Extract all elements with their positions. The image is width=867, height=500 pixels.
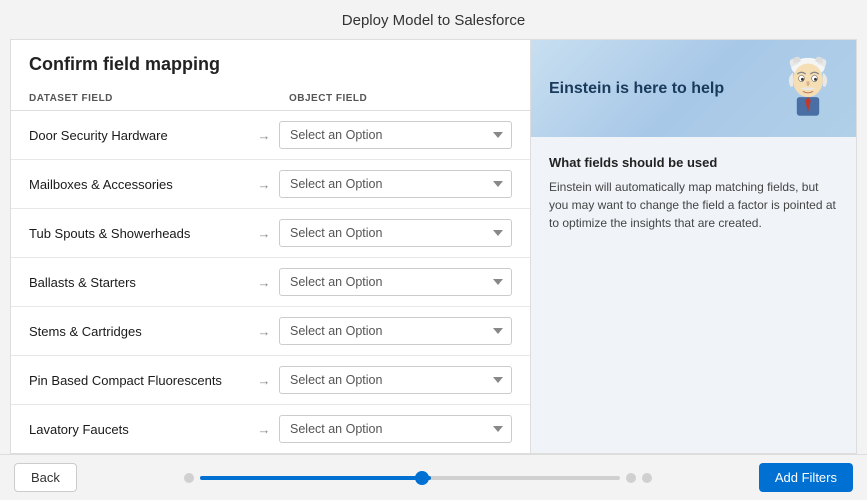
mapping-row: Tub Spouts & Showerheads→Select an Optio… — [11, 209, 530, 258]
dataset-field-name: Ballasts & Starters — [29, 275, 249, 290]
progress-fill — [200, 476, 431, 480]
progress-dot-3 — [642, 473, 652, 483]
mapping-row: Door Security Hardware→Select an Option — [11, 111, 530, 160]
arrow-icon: → — [249, 422, 279, 437]
dataset-field-name: Door Security Hardware — [29, 128, 249, 143]
page-title: Deploy Model to Salesforce — [0, 0, 867, 39]
main-container: Confirm field mapping DATASET FIELD OBJE… — [10, 39, 857, 454]
arrow-icon: → — [249, 373, 279, 388]
einstein-description: Einstein will automatically map matching… — [549, 178, 838, 232]
mapping-row: Lavatory Faucets→Select an Option — [11, 405, 530, 453]
back-button[interactable]: Back — [14, 463, 77, 492]
einstein-title: Einstein is here to help — [549, 80, 724, 98]
dataset-field-name: Stems & Cartridges — [29, 324, 249, 339]
left-panel: Confirm field mapping DATASET FIELD OBJE… — [11, 40, 531, 453]
mapping-row: Ballasts & Starters→Select an Option — [11, 258, 530, 307]
mapping-row: Pin Based Compact Fluorescents→Select an… — [11, 356, 530, 405]
add-filters-button[interactable]: Add Filters — [759, 463, 853, 492]
arrow-icon: → — [249, 226, 279, 241]
dataset-field-name: Lavatory Faucets — [29, 422, 249, 437]
col-object-label: OBJECT FIELD — [289, 93, 512, 104]
einstein-avatar — [778, 56, 838, 121]
mapping-row: Mailboxes & Accessories→Select an Option — [11, 160, 530, 209]
mapping-list: Door Security Hardware→Select an OptionM… — [11, 111, 530, 453]
progress-indicator — [415, 471, 429, 485]
bottom-bar: Back Add Filters — [0, 454, 867, 500]
dataset-field-name: Pin Based Compact Fluorescents — [29, 373, 249, 388]
left-header: Confirm field mapping — [11, 40, 530, 89]
dataset-field-name: Tub Spouts & Showerheads — [29, 226, 249, 241]
progress-dot-1 — [184, 473, 194, 483]
arrow-icon: → — [249, 324, 279, 339]
arrow-icon: → — [249, 177, 279, 192]
object-field-select[interactable]: Select an Option — [279, 219, 512, 247]
arrow-icon: → — [249, 275, 279, 290]
progress-track — [200, 476, 620, 480]
object-field-select[interactable]: Select an Option — [279, 170, 512, 198]
einstein-header: Einstein is here to help — [531, 40, 856, 137]
object-field-select[interactable]: Select an Option — [279, 415, 512, 443]
object-field-select[interactable]: Select an Option — [279, 317, 512, 345]
mapping-row: Stems & Cartridges→Select an Option — [11, 307, 530, 356]
einstein-subtitle: What fields should be used — [549, 155, 838, 170]
columns-header: DATASET FIELD OBJECT FIELD — [11, 89, 530, 111]
arrow-icon: → — [249, 128, 279, 143]
progress-bar-container — [87, 473, 749, 483]
object-field-select[interactable]: Select an Option — [279, 121, 512, 149]
progress-dot-2 — [626, 473, 636, 483]
col-dataset-label: DATASET FIELD — [29, 93, 289, 104]
right-panel: Einstein is here to help — [531, 40, 856, 453]
object-field-select[interactable]: Select an Option — [279, 268, 512, 296]
dataset-field-name: Mailboxes & Accessories — [29, 177, 249, 192]
einstein-body: What fields should be used Einstein will… — [531, 137, 856, 250]
object-field-select[interactable]: Select an Option — [279, 366, 512, 394]
confirm-heading: Confirm field mapping — [29, 54, 512, 75]
